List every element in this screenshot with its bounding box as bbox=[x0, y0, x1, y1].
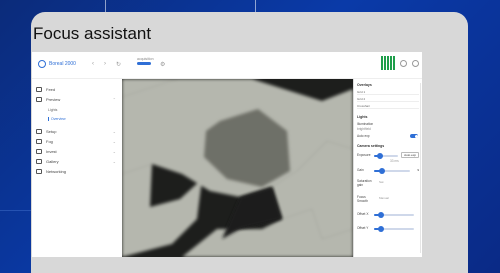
overlay-row[interactable]: Grid 2 bbox=[357, 97, 419, 102]
status-text: acquisition bbox=[137, 57, 154, 61]
section-camera-title[interactable]: Camera settings bbox=[357, 144, 384, 148]
sidebar: Feed Preview ⌃ Lights Overview Setup ⌄ F… bbox=[32, 79, 122, 257]
forward-icon[interactable]: › bbox=[104, 61, 106, 67]
chevron-up-icon: ⌃ bbox=[112, 97, 116, 102]
sidebar-item-feed[interactable]: Feed bbox=[36, 87, 120, 92]
offset-x-slider[interactable] bbox=[374, 212, 414, 218]
chart-icon bbox=[36, 149, 42, 154]
tool-icon bbox=[36, 129, 42, 134]
sidebar-item-label: Preview bbox=[46, 97, 61, 102]
sidebar-subitem-overview[interactable]: Overview bbox=[48, 117, 66, 121]
sidebar-item-label: Fog bbox=[46, 139, 53, 144]
overlay-label: Crosshair bbox=[357, 104, 370, 108]
chevron-down-icon: ⌄ bbox=[112, 139, 116, 144]
network-icon bbox=[36, 169, 42, 174]
square-icon bbox=[36, 87, 42, 92]
chevron-down-icon: ⌄ bbox=[112, 129, 116, 134]
sidebar-item-label: Networking bbox=[46, 169, 67, 174]
status-dot bbox=[137, 61, 151, 65]
gain-label: Gain bbox=[357, 168, 364, 172]
app-name: Boreal 2000 bbox=[49, 61, 76, 67]
focus-label: Focus Smooth bbox=[357, 195, 368, 203]
exposure-units: 33 ms bbox=[390, 159, 399, 163]
top-bar: Boreal 2000 ‹ › ↻ acquisition ⚙ bbox=[32, 52, 422, 79]
overlay-row[interactable]: Crosshair bbox=[357, 104, 419, 109]
logo-icon bbox=[38, 60, 46, 68]
offset-x-label: Offset X bbox=[357, 212, 369, 216]
sample-image bbox=[122, 79, 353, 257]
help-icon[interactable] bbox=[412, 60, 419, 67]
auto-exposure-button[interactable]: Auto exp bbox=[401, 152, 419, 158]
focus-select[interactable]: Manual bbox=[379, 196, 389, 200]
refresh-icon[interactable]: ↻ bbox=[116, 61, 121, 68]
lights-toggle[interactable] bbox=[410, 134, 418, 138]
chevron-down-icon: ⌄ bbox=[112, 149, 116, 154]
camera-viewport[interactable] bbox=[122, 79, 353, 257]
offset-y-slider[interactable] bbox=[374, 226, 414, 232]
app-logo[interactable]: Boreal 2000 bbox=[38, 60, 76, 68]
background-line bbox=[255, 0, 256, 12]
saturation-label: Saturation gain bbox=[357, 179, 372, 187]
sidebar-subitem-lights[interactable]: Lights bbox=[48, 108, 57, 112]
sidebar-item-networking[interactable]: Networking bbox=[36, 169, 120, 174]
back-icon[interactable]: ‹ bbox=[92, 61, 94, 67]
offset-y-label: Offset Y bbox=[357, 226, 369, 230]
focus-meter-icon[interactable] bbox=[381, 56, 395, 70]
exposure-slider[interactable] bbox=[374, 153, 398, 159]
sidebar-item-fog[interactable]: Fog ⌄ bbox=[36, 139, 120, 144]
sidebar-item-gallery[interactable]: Gallery ⌄ bbox=[36, 159, 120, 164]
app-window: Boreal 2000 ‹ › ↻ acquisition ⚙ Feed Pre… bbox=[32, 52, 422, 257]
sidebar-item-label: Gallery bbox=[46, 159, 59, 164]
overlay-row[interactable]: Grid 1 bbox=[357, 90, 419, 95]
lights-value[interactable]: brightfield bbox=[357, 127, 371, 131]
overlay-label: Grid 1 bbox=[357, 90, 366, 94]
settings-icon[interactable]: ⚙ bbox=[160, 61, 165, 68]
status-indicator: acquisition bbox=[137, 57, 154, 65]
gain-slider[interactable] bbox=[374, 168, 410, 174]
gain-value[interactable]: 9 bbox=[417, 168, 419, 172]
home-icon[interactable] bbox=[400, 60, 407, 67]
lights-label: Illumination bbox=[357, 122, 374, 126]
sidebar-item-invest[interactable]: Invest ⌄ bbox=[36, 149, 120, 154]
section-overlays-title[interactable]: Overlays bbox=[357, 83, 372, 87]
overlay-label: Grid 2 bbox=[357, 97, 366, 101]
chevron-down-icon: ⌄ bbox=[112, 159, 116, 164]
sidebar-item-label: Feed bbox=[46, 87, 56, 92]
image-icon bbox=[36, 159, 42, 164]
card-title: Focus assistant bbox=[33, 24, 152, 43]
exposure-label: Exposure bbox=[357, 153, 371, 157]
monitor-icon bbox=[36, 97, 42, 102]
settings-panel: Overlays Grid 1 Grid 2 Crosshair Lights … bbox=[353, 79, 422, 257]
cloud-icon bbox=[36, 139, 42, 144]
sidebar-item-label: Invest bbox=[46, 149, 57, 154]
section-lights-title[interactable]: Lights bbox=[357, 115, 368, 119]
panel-scrollbar[interactable] bbox=[420, 83, 421, 253]
sidebar-item-preview[interactable]: Preview ⌃ bbox=[36, 97, 120, 102]
sidebar-item-setup[interactable]: Setup ⌄ bbox=[36, 129, 120, 134]
lights-toggle-label: Auto exp bbox=[357, 134, 370, 138]
sidebar-item-label: Setup bbox=[46, 129, 57, 134]
saturation-select[interactable]: Sat bbox=[379, 180, 384, 184]
background-line bbox=[105, 0, 106, 12]
